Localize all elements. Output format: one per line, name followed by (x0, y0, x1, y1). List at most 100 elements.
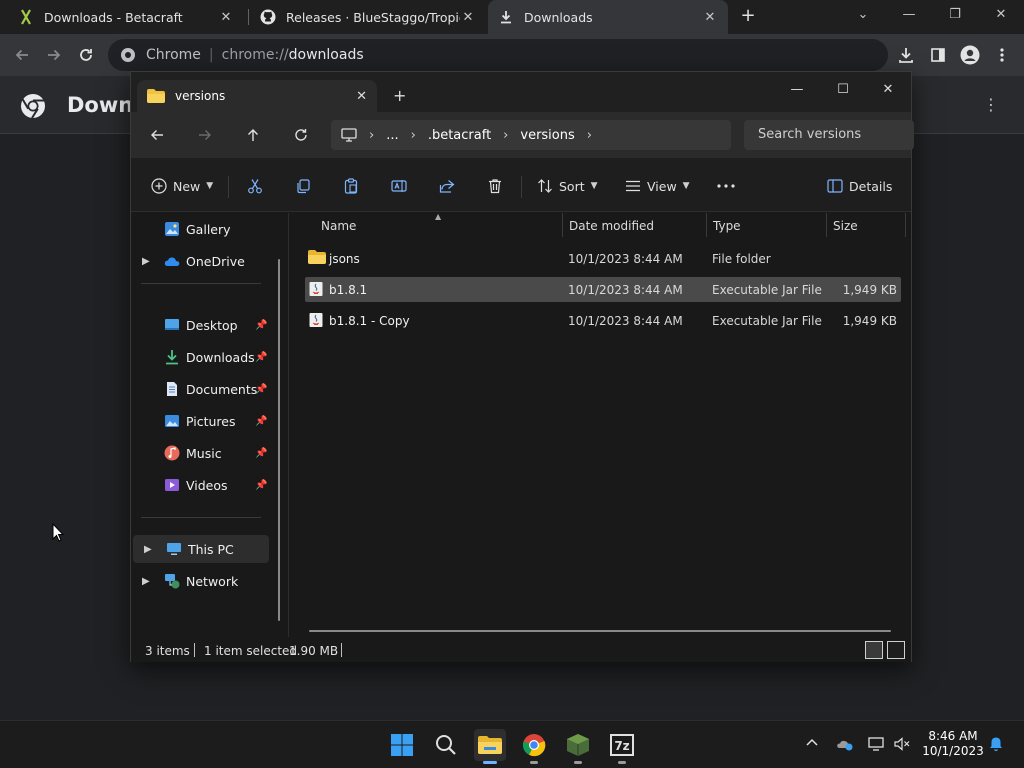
more-horizontal-icon (717, 184, 735, 188)
music-icon (164, 445, 180, 461)
chrome-taskbar-icon[interactable] (518, 729, 550, 761)
explorer-new-tab-button[interactable]: + (393, 86, 406, 105)
more-options-button[interactable] (717, 174, 735, 198)
expand-chevron-icon[interactable]: ▶ (144, 544, 152, 555)
close-window-button[interactable]: ✕ (978, 0, 1024, 30)
column-header-name[interactable]: Name (321, 219, 356, 233)
downloads-icon[interactable] (892, 41, 920, 69)
nav-pane-scrollbar[interactable] (278, 259, 280, 621)
tab-betacraft[interactable]: Downloads - Betacraft ✕ (8, 0, 244, 34)
breadcrumb-versions[interactable]: versions (520, 128, 574, 143)
nav-item-pictures[interactable]: Pictures 📌 (131, 407, 281, 435)
volume-muted-icon[interactable] (894, 737, 910, 755)
tab-releases[interactable]: Releases · BlueStaggo/TropicalAd ✕ (250, 0, 486, 34)
tab-close-icon[interactable]: ✕ (460, 10, 476, 25)
details-view-icon[interactable] (865, 641, 883, 659)
tab-downloads[interactable]: Downloads ✕ (488, 0, 728, 34)
rename-button[interactable] (391, 174, 407, 198)
new-tab-button[interactable]: + (738, 6, 758, 26)
tray-overflow-chevron-icon[interactable] (806, 735, 818, 750)
paste-button[interactable] (343, 174, 359, 198)
breadcrumb-betacraft[interactable]: .betacraft (428, 128, 491, 143)
notification-bell-icon[interactable] (988, 736, 1004, 756)
explorer-refresh-button[interactable] (287, 122, 315, 148)
breadcrumb-chevron-icon[interactable]: › (587, 128, 592, 143)
file-size: 1,949 KB (842, 313, 897, 328)
column-header-type[interactable]: Type (713, 219, 741, 233)
nav-item-desktop[interactable]: Desktop 📌 (131, 311, 281, 339)
pin-icon[interactable]: 📌 (255, 448, 267, 459)
nav-item-documents[interactable]: Documents 📌 (131, 375, 281, 403)
chrome-tabstrip: Downloads - Betacraft ✕ Releases · BlueS… (0, 0, 1024, 34)
chrome-menu-icon[interactable] (988, 41, 1016, 69)
expand-chevron-icon[interactable]: ▶ (142, 576, 150, 587)
start-windows-icon[interactable] (386, 729, 418, 761)
column-header-date[interactable]: Date modified (569, 219, 654, 233)
copy-button[interactable] (295, 174, 311, 198)
table-row[interactable]: b1.8.1 10/1/2023 8:44 AM Executable Jar … (305, 277, 901, 302)
horizontal-scrollbar[interactable] (309, 630, 891, 632)
explorer-maximize-button[interactable]: ☐ (820, 76, 866, 104)
table-row[interactable]: b1.8.1 - Copy 10/1/2023 8:44 AM Executab… (305, 308, 901, 333)
pin-icon[interactable]: 📌 (255, 480, 267, 491)
plus-circle-icon (151, 178, 167, 194)
nav-item-downloads[interactable]: Downloads 📌 (131, 343, 281, 371)
downloads-menu-icon[interactable]: ⋮ (983, 95, 999, 114)
delete-button[interactable] (487, 174, 503, 198)
explorer-back-button[interactable] (143, 122, 171, 148)
nav-item-network[interactable]: ▶ Network (131, 567, 281, 595)
sort-button[interactable]: Sort ▼ (537, 174, 598, 198)
explorer-tab-versions[interactable]: versions ✕ (137, 80, 377, 112)
cut-button[interactable] (247, 174, 263, 198)
minimize-button[interactable]: — (886, 0, 932, 30)
nav-item-this-pc[interactable]: ▶ This PC (133, 535, 269, 563)
tab-close-icon[interactable]: ✕ (702, 10, 718, 25)
new-button[interactable]: New ▼ (151, 174, 213, 198)
search-icon[interactable] (430, 729, 462, 761)
nav-item-music[interactable]: Music 📌 (131, 439, 281, 467)
expand-chevron-icon[interactable]: ▶ (142, 256, 150, 267)
table-row[interactable]: jsons 10/1/2023 8:44 AM File folder (305, 246, 901, 271)
nav-item-gallery[interactable]: Gallery (131, 215, 281, 243)
breadcrumb-overflow[interactable]: ... (386, 128, 398, 143)
side-panel-icon[interactable] (924, 41, 952, 69)
pin-icon[interactable]: 📌 (255, 352, 267, 363)
pin-icon[interactable]: 📌 (255, 384, 267, 395)
explorer-titlebar: versions ✕ + — ☐ ✕ (131, 72, 911, 112)
url-host: downloads (288, 47, 364, 63)
reload-button[interactable] (72, 41, 100, 69)
explorer-forward-button[interactable] (191, 122, 219, 148)
pin-icon[interactable]: 📌 (255, 416, 267, 427)
file-explorer-taskbar-icon[interactable] (474, 729, 506, 761)
explorer-minimize-button[interactable]: — (774, 76, 820, 104)
display-tray-icon[interactable] (868, 737, 886, 755)
nav-item-videos[interactable]: Videos 📌 (131, 471, 281, 499)
view-label: View (647, 178, 677, 194)
chevron-down-icon: ▼ (590, 181, 598, 191)
column-header-size[interactable]: Size (833, 219, 858, 233)
address-bar[interactable]: › ... › .betacraft › versions › (331, 120, 731, 150)
details-button[interactable]: Details (827, 174, 892, 198)
seven-zip-icon[interactable]: 7z (606, 729, 638, 761)
nav-item-onedrive[interactable]: ▶ OneDrive (131, 247, 281, 275)
explorer-up-button[interactable] (239, 122, 267, 148)
tab-search-chevron-icon[interactable]: ⌄ (840, 0, 886, 30)
restore-button[interactable]: ❐ (932, 0, 978, 30)
share-button[interactable] (439, 174, 455, 198)
minecraft-launcher-icon[interactable] (562, 729, 594, 761)
onedrive-tray-icon[interactable] (836, 737, 854, 755)
view-button[interactable]: View ▼ (625, 174, 690, 198)
omnibox[interactable]: Chrome | chrome://downloads (108, 39, 888, 71)
download-favicon-icon (498, 9, 514, 25)
system-clock[interactable]: 8:46 AM 10/1/2023 (918, 729, 988, 759)
profile-avatar-icon[interactable] (956, 41, 984, 69)
pin-icon[interactable]: 📌 (255, 320, 267, 331)
explorer-tab-close-icon[interactable]: ✕ (356, 89, 367, 104)
back-button[interactable] (8, 41, 36, 69)
explorer-close-button[interactable]: ✕ (865, 76, 911, 104)
taskbar: 7z 8:46 AM 10/1/2023 (0, 720, 1024, 768)
large-icons-view-icon[interactable] (887, 641, 905, 659)
tab-close-icon[interactable]: ✕ (218, 10, 234, 25)
search-input[interactable]: Search versions (744, 120, 914, 150)
forward-button[interactable] (40, 41, 68, 69)
